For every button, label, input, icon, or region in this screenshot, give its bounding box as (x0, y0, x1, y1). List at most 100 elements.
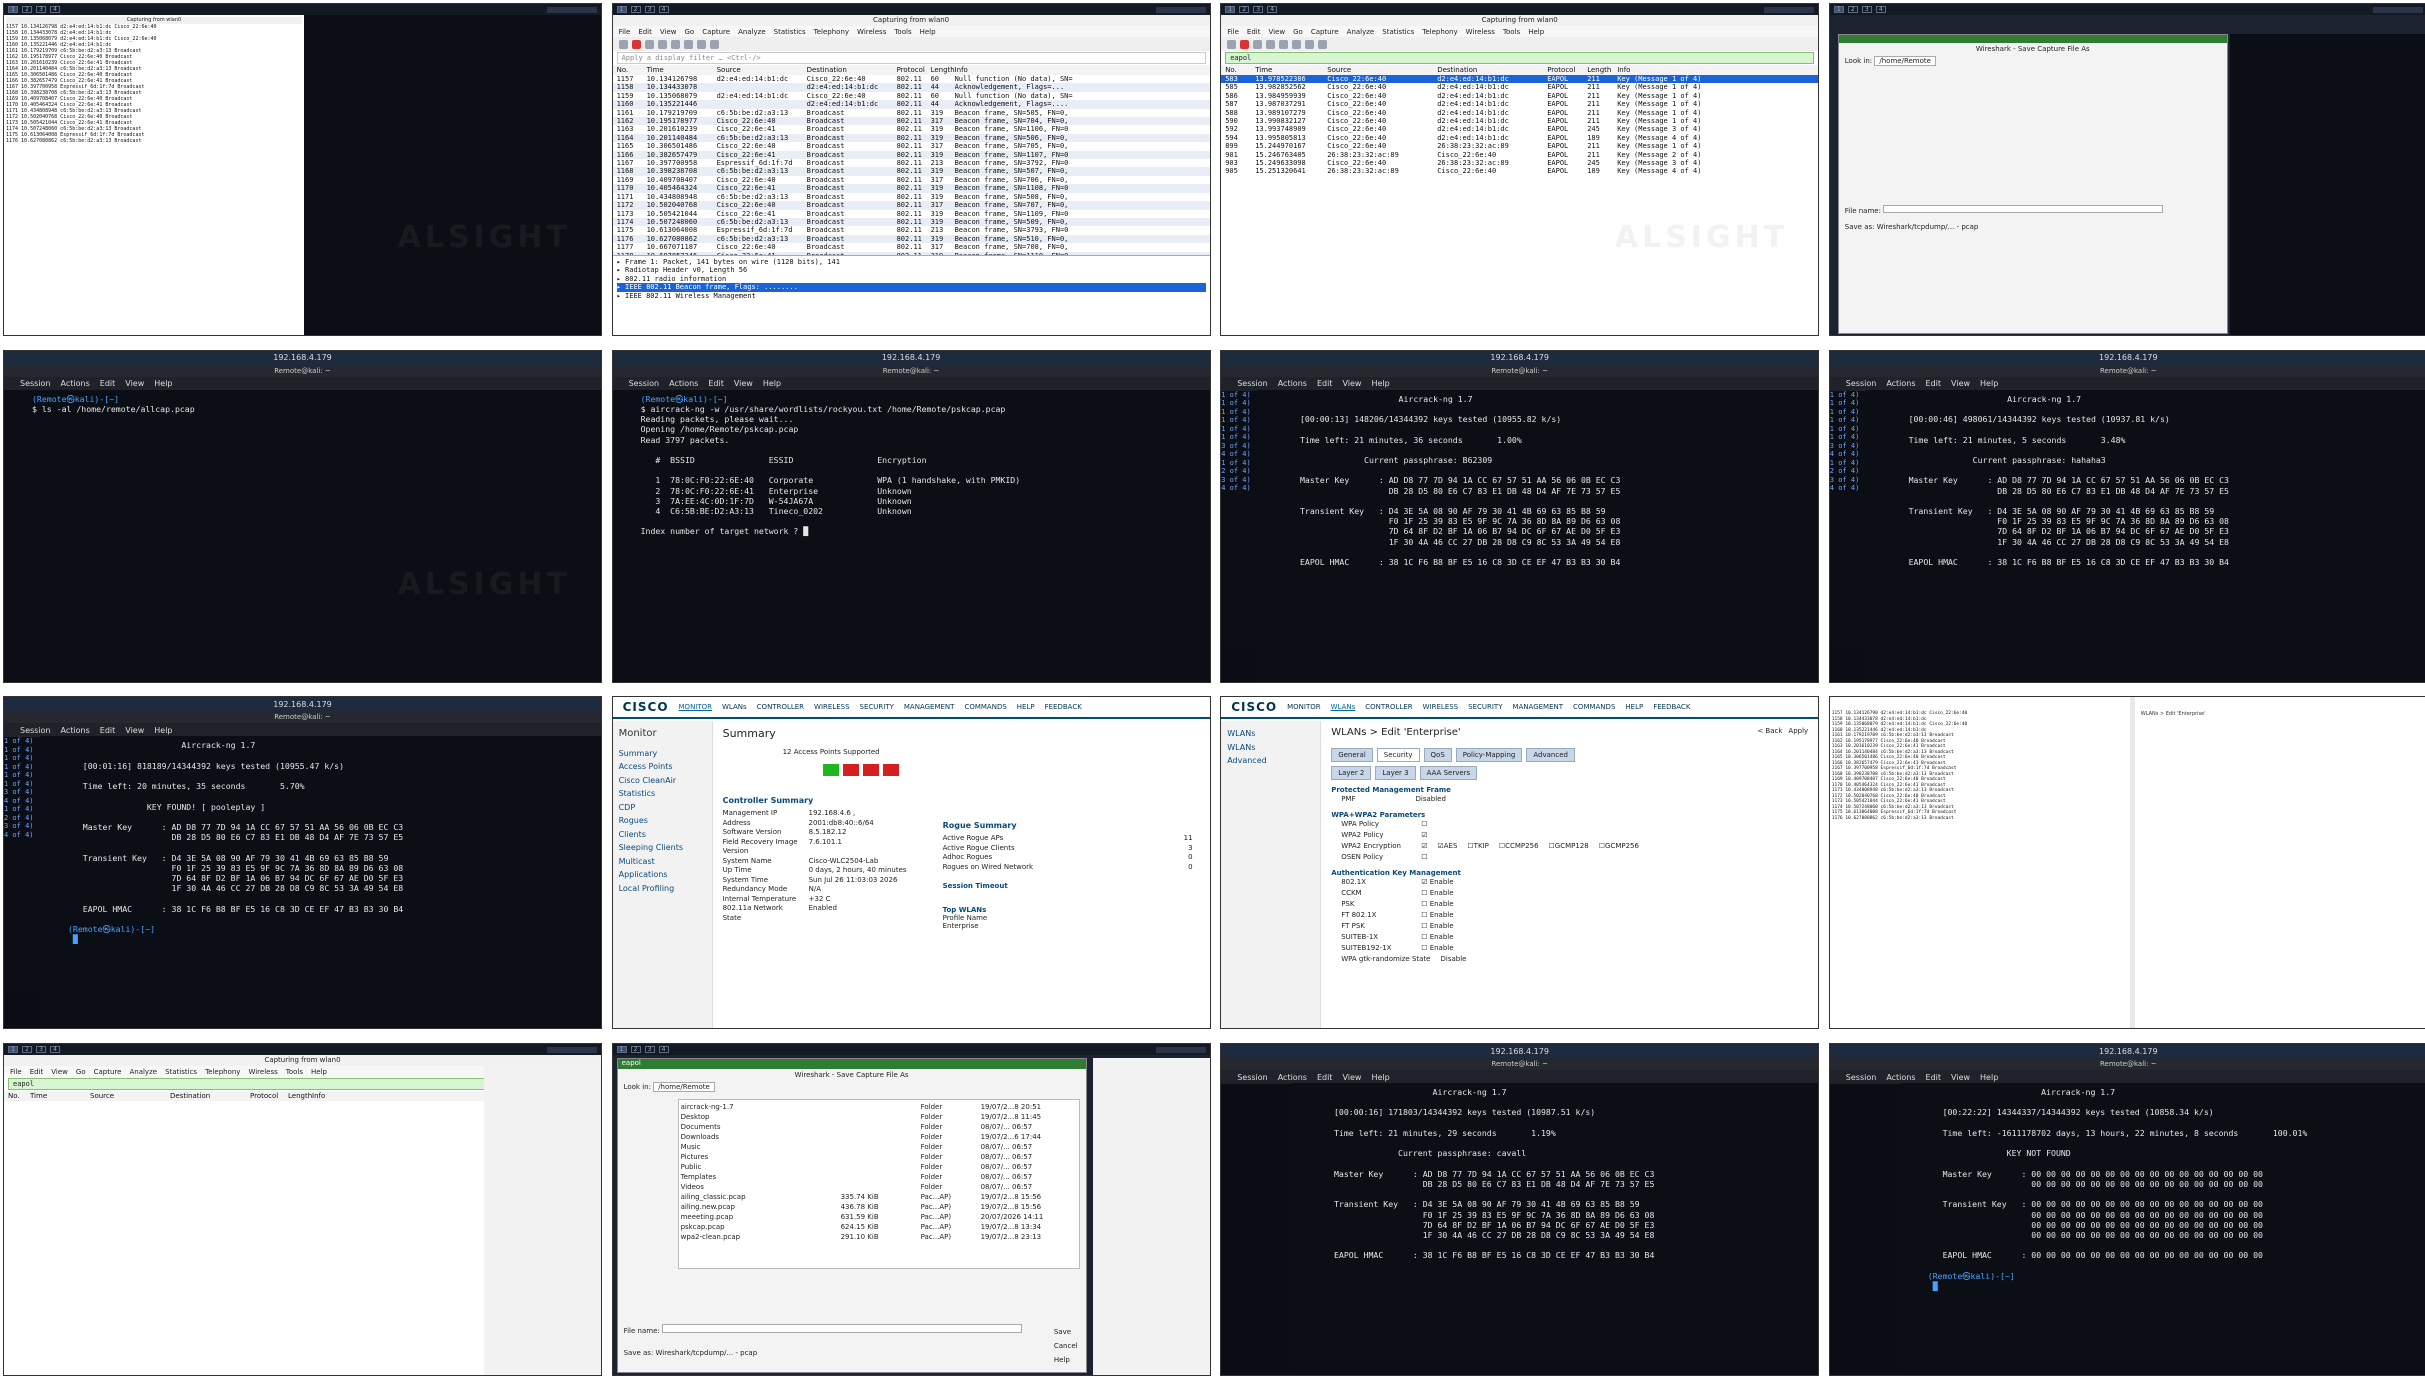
terminal-menu-help[interactable]: Help (1371, 379, 1389, 388)
table-row[interactable]: 903 15.249633098 Cisco_22:6e:40 26:38:23:32… (1221, 159, 1818, 167)
encryption-option[interactable]: ☐TKIP (1467, 841, 1488, 852)
file-row[interactable]: meeeting.pcap 631.59 KiB Pac...AP) 20/07/20… (681, 1212, 1077, 1222)
file-row[interactable]: Templates Folder 08/07/... 06:57 (681, 1172, 1077, 1182)
terminal-menu-help[interactable]: Help (1980, 379, 1998, 388)
terminal-menu-actions[interactable]: Actions (669, 379, 698, 388)
table-row[interactable]: 1173 10.505421044 Cisco_22:6e:41 Broadcast 8… (613, 210, 1210, 218)
terminal-menu-actions[interactable]: Actions (61, 379, 90, 388)
table-row[interactable]: 1167 10.397700958 Espressif_6d:1f:7d Broadc… (613, 159, 1210, 167)
menu-item-statistics[interactable]: Statistics (1382, 28, 1414, 36)
restart-icon[interactable] (644, 39, 654, 49)
file-row[interactable]: Desktop Folder 19/07/2...8 11:45 (681, 1112, 1077, 1122)
menu-item-tools[interactable]: Tools (1503, 28, 1520, 36)
terminal-menu-view[interactable]: View (1342, 379, 1361, 388)
monitor-link[interactable]: Local Profiling (619, 882, 706, 896)
save-button[interactable]: Save (1054, 1328, 1078, 1336)
menu-item-help[interactable]: Help (1528, 28, 1544, 36)
table-row[interactable]: 1175 10.613064008 Espressif_6d:1f:7d Broadc… (613, 226, 1210, 234)
column-header[interactable]: Destination (170, 1092, 250, 1100)
table-row[interactable]: 587 13.987037291 Cisco_22:6e:40 d2:e4:ed:14… (1221, 100, 1818, 108)
index-prompt[interactable]: Index number of target network ? █ (641, 526, 809, 536)
menu-item-view[interactable]: View (660, 28, 677, 36)
look-in-select[interactable]: /home/Remote (653, 1082, 715, 1093)
table-row[interactable]: 1157 10.134126798 d2:e4:ed:14:b1:dc Cisco_2… (613, 75, 1210, 83)
table-row[interactable]: 1161 10.179219709 c6:5b:be:d2:a3:13 Broadca… (613, 109, 1210, 117)
akm-checkbox[interactable]: ☐ Enable (1421, 899, 1453, 910)
detail-line[interactable]: ▸ Frame 1: Packet, 141 bytes on wire (11… (617, 258, 1206, 266)
column-header[interactable]: Protocol (1547, 66, 1587, 74)
terminal-menu-actions[interactable]: Actions (1278, 1073, 1307, 1082)
menu-item-help[interactable]: Help (920, 28, 936, 36)
detail-line[interactable]: ▸ 802.11 radio information (617, 275, 1206, 283)
menu-item-wireless[interactable]: Wireless (857, 28, 886, 36)
cisco-nav-commands[interactable]: COMMANDS (1573, 703, 1615, 711)
table-row[interactable]: 905 15.251320641 26:38:23:32:ac:89 Cisco_22… (1221, 167, 1818, 175)
terminal-menu-session[interactable]: Session (629, 379, 660, 388)
table-row[interactable]: 590 13.990832127 Cisco_22:6e:40 d2:e4:ed:14… (1221, 117, 1818, 125)
table-row[interactable]: 594 13.995805813 Cisco_22:6e:40 d2:e4:ed:14… (1221, 134, 1818, 142)
column-header[interactable]: Source (1327, 66, 1437, 74)
cisco-nav-wlans[interactable]: WLANs (1331, 703, 1356, 711)
encryption-option[interactable]: ☑AES (1437, 841, 1457, 852)
cisco-nav-feedback[interactable]: FEEDBACK (1045, 703, 1082, 711)
menu-item-file[interactable]: File (10, 1068, 22, 1076)
file-row[interactable]: Music Folder 08/07/... 06:57 (681, 1142, 1077, 1152)
tab-general[interactable]: General (1331, 748, 1373, 763)
menu-item-analyze[interactable]: Analyze (129, 1068, 157, 1076)
column-header[interactable]: Info (1617, 66, 1814, 74)
table-row[interactable]: 117810.697857346Cisco_22:6e:41Broadcast8… (612, 251, 1210, 255)
menu-item-file[interactable]: File (1227, 28, 1239, 36)
column-header[interactable]: Length (1587, 66, 1617, 74)
file-row[interactable]: Public Folder 08/07/... 06:57 (681, 1162, 1077, 1172)
terminal-menu-edit[interactable]: Edit (1926, 1073, 1942, 1082)
monitor-link[interactable]: Clients (619, 828, 706, 842)
file-name-input[interactable] (1883, 205, 2164, 213)
close-icon[interactable] (683, 39, 693, 49)
monitor-link[interactable]: Sleeping Clients (619, 841, 706, 855)
column-header[interactable]: Time (647, 66, 717, 74)
menu-item-telephony[interactable]: Telephony (1422, 28, 1457, 36)
reload-icon[interactable] (1305, 39, 1315, 49)
table-row[interactable]: 1164 10.201140484 c6:5b:be:d2:a3:13 Broadca… (612, 133, 1210, 143)
table-row[interactable]: 1160 10.135221446 d2:e4:ed:14:b1:dc 802.11 4… (612, 100, 1210, 109)
stop-icon[interactable] (631, 39, 641, 49)
shark-fin-icon[interactable] (1227, 39, 1237, 49)
menu-item-analyze[interactable]: Analyze (738, 28, 766, 36)
menu-item-tools[interactable]: Tools (894, 28, 911, 36)
monitor-link[interactable]: Rogues (619, 814, 706, 828)
akm-checkbox[interactable]: ☑ Enable (1421, 877, 1453, 888)
file-row[interactable]: ailing_classic.pcap 335.74 KiB Pac...AP) 19… (681, 1192, 1077, 1202)
terminal-output[interactable]: (Remote㉿kali)-[~] $ ls -al /home/remote/… (4, 389, 601, 682)
column-header[interactable]: No. (617, 66, 647, 74)
terminal-menu-view[interactable]: View (125, 726, 144, 735)
column-header[interactable]: Length (288, 1092, 312, 1100)
terminal-menu-session[interactable]: Session (1846, 379, 1877, 388)
column-header[interactable]: Destination (1437, 66, 1547, 74)
file-row[interactable]: Downloads Folder 19/07/2...6 17:44 (681, 1132, 1077, 1142)
detail-line[interactable]: ▸ Radiotap Header v0, Length 56 (617, 266, 1206, 274)
terminal-menu-help[interactable]: Help (1980, 1073, 1998, 1082)
display-filter-input[interactable]: eapol (1225, 52, 1815, 64)
column-header[interactable]: Time (1255, 66, 1327, 74)
detail-line[interactable]: ▸ IEEE 802.11 Wireless Management (617, 292, 1206, 300)
terminal-menu-view[interactable]: View (125, 379, 144, 388)
menu-item-tools[interactable]: Tools (286, 1068, 303, 1076)
table-row[interactable]: 899 15.244970167 Cisco_22:6e:40 26:38:23:32… (1221, 142, 1818, 150)
file-row[interactable]: Videos Folder 08/07/... 06:57 (681, 1182, 1077, 1192)
menu-item-telephony[interactable]: Telephony (814, 28, 849, 36)
column-header[interactable]: Source (90, 1092, 170, 1100)
cisco-nav-wireless[interactable]: WIRELESS (1423, 703, 1458, 711)
terminal-menu-edit[interactable]: Edit (708, 379, 724, 388)
restart-icon[interactable] (1253, 39, 1263, 49)
cisco-nav-controller[interactable]: CONTROLLER (1365, 703, 1412, 711)
table-row[interactable]: 901 15.246763405 26:38:23:32:ac:89 Cisco_22… (1221, 151, 1818, 159)
terminal-menu-edit[interactable]: Edit (1317, 1073, 1333, 1082)
table-row[interactable]: 1159 10.135068079 d2:e4:ed:14:b1:dc Cisco_2… (613, 92, 1210, 100)
tab-advanced[interactable]: Advanced (1526, 748, 1575, 763)
column-header[interactable]: No. (8, 1092, 30, 1100)
table-row[interactable]: 1158 10.134433078 d2:e4:ed:14:b1:dc 802.11 4… (612, 83, 1210, 92)
menu-item-wireless[interactable]: Wireless (1466, 28, 1495, 36)
file-row[interactable]: pskcap.pcap 624.15 KiB Pac...AP) 19/07/2...… (681, 1222, 1077, 1232)
terminal-menu-edit[interactable]: Edit (100, 379, 116, 388)
column-header[interactable]: Protocol (250, 1092, 288, 1100)
